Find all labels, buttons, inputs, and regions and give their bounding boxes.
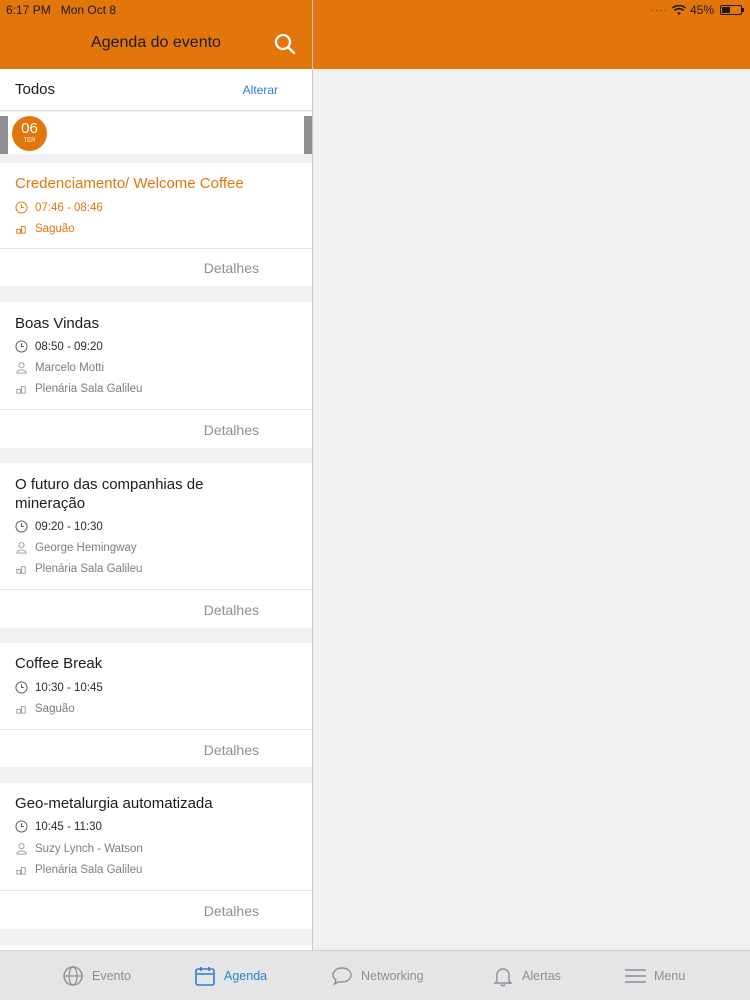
detail-panel [313, 69, 750, 950]
status-time: 6:17 PM Mon Oct 8 [6, 3, 116, 17]
session-title: Credenciamento/ Welcome Coffee [15, 175, 244, 192]
date-badge[interactable]: 06 TER [12, 116, 47, 151]
session-card[interactable]: Coffee Break 10:30 - 10:45 Saguão Detalh… [0, 643, 312, 767]
session-speaker-text: Marcelo Motti [35, 361, 105, 374]
details-button[interactable]: Detalhes [204, 260, 259, 276]
session-place-text: Plenária Sala Galileu [35, 863, 143, 876]
session-speaker-text: Suzy Lynch - Watson [35, 842, 143, 855]
tab-agenda-label: Agenda [224, 969, 268, 983]
details-button[interactable]: Detalhes [204, 422, 259, 438]
session-card[interactable]: Credenciamento/ Welcome Coffee 07:46 - 0… [0, 163, 312, 286]
session-time: 08:50 - 09:20 [15, 340, 103, 353]
clock-icon [15, 820, 28, 833]
clock-icon [15, 520, 28, 533]
session-card[interactable]: O futuro das companhias de mineração 09:… [0, 463, 312, 628]
session-place-text: Plenária Sala Galileu [35, 562, 143, 575]
bell-icon [493, 968, 513, 987]
date-selector: 06 TER [0, 112, 312, 154]
status-date: Mon Oct 8 [60, 3, 117, 17]
calendar-icon [195, 967, 215, 986]
location-icon [16, 706, 26, 714]
session-place: Plenária Sala Galileu [15, 863, 142, 876]
hamburger-menu-icon [625, 969, 646, 983]
session-place: Saguão [15, 222, 75, 235]
date-strip-right-edge [304, 116, 312, 154]
battery-icon [720, 5, 744, 15]
session-speaker-text: George Hemingway [35, 541, 137, 554]
session-place: Saguão [15, 702, 75, 715]
tab-networking-label: Networking [361, 969, 424, 983]
details-button[interactable]: Detalhes [204, 602, 259, 618]
session-speaker: George Hemingway [15, 541, 137, 554]
agenda-list[interactable]: Todos Alterar 06 TER Credenciamento/ Wel… [0, 69, 312, 950]
tab-agenda[interactable]: Agenda [194, 965, 267, 987]
location-icon [16, 566, 26, 574]
page-title: Agenda do evento [91, 34, 221, 51]
filter-label: Todos [15, 81, 56, 98]
session-place: Plenária Sala Galileu [15, 562, 142, 575]
clock-icon [15, 681, 28, 694]
navigation-bar: 6:17 PM Mon Oct 8 ···· 45% Agenda do eve… [0, 0, 750, 69]
session-title: Geo-metalurgia automatizada [15, 795, 213, 812]
card-divider [0, 409, 312, 410]
session-place: Plenária Sala Galileu [15, 382, 142, 395]
card-divider [0, 890, 312, 891]
details-button[interactable]: Detalhes [204, 903, 259, 919]
card-divider [0, 589, 312, 590]
session-time: 10:30 - 10:45 [15, 681, 103, 694]
change-filter-button[interactable]: Alterar [243, 83, 278, 97]
session-time: 07:46 - 08:46 [15, 201, 103, 214]
filter-row: Todos Alterar [0, 69, 312, 111]
tab-menu-label: Menu [654, 969, 686, 983]
details-button[interactable]: Detalhes [204, 742, 259, 758]
session-title: Boas Vindas [15, 315, 99, 332]
session-place-text: Saguão [35, 222, 75, 235]
session-time-text: 08:50 - 09:20 [35, 340, 103, 353]
person-icon [16, 542, 27, 554]
location-icon [16, 386, 26, 394]
session-speaker: Suzy Lynch - Watson [15, 842, 143, 855]
clock-icon [15, 201, 28, 214]
session-card[interactable]: Boas Vindas 08:50 - 09:20 Marcelo Motti … [0, 302, 312, 448]
tab-alertas-label: Alertas [522, 969, 561, 983]
status-clock: 6:17 PM [6, 3, 51, 17]
session-time-text: 10:45 - 11:30 [35, 820, 102, 833]
session-place-text: Plenária Sala Galileu [35, 382, 143, 395]
card-divider [0, 248, 312, 249]
tab-networking[interactable]: Networking [331, 965, 424, 987]
card-divider [0, 729, 312, 730]
battery-percentage: 45% [689, 3, 714, 17]
location-icon [16, 226, 26, 234]
session-time-text: 07:46 - 08:46 [35, 201, 103, 214]
tab-menu[interactable]: Menu [624, 965, 685, 987]
session-time: 09:20 - 10:30 [15, 520, 103, 533]
session-title: Coffee Break [15, 655, 103, 672]
tab-bar: Evento Agenda Networking Alertas Menu [0, 950, 750, 1000]
session-place-text: Saguão [35, 702, 75, 715]
status-indicators: ···· 45% [650, 3, 744, 17]
session-title: O futuro das companhias de mineração [15, 476, 204, 512]
tab-evento[interactable]: Evento [62, 965, 131, 987]
chat-bubble-icon [332, 967, 352, 986]
location-icon [16, 867, 26, 875]
session-time-text: 10:30 - 10:45 [35, 681, 103, 694]
date-strip-left-edge [0, 116, 8, 154]
wifi-icon [671, 4, 686, 15]
session-time: 10:45 - 11:30 [15, 820, 102, 833]
session-card[interactable]: Geo-metalurgia automatizada 10:45 - 11:3… [0, 783, 312, 929]
session-time-text: 09:20 - 10:30 [35, 520, 103, 533]
session-speaker: Marcelo Motti [15, 361, 104, 374]
date-day: 06 [21, 120, 38, 137]
tab-alertas[interactable]: Alertas [492, 965, 561, 987]
signal-icon: ···· [650, 4, 668, 16]
person-icon [16, 362, 27, 374]
date-weekday: TER [23, 138, 36, 144]
tab-evento-label: Evento [92, 969, 131, 983]
clock-icon [15, 340, 28, 353]
person-icon [16, 843, 27, 855]
search-icon[interactable] [273, 32, 297, 56]
globe-icon [63, 966, 83, 986]
